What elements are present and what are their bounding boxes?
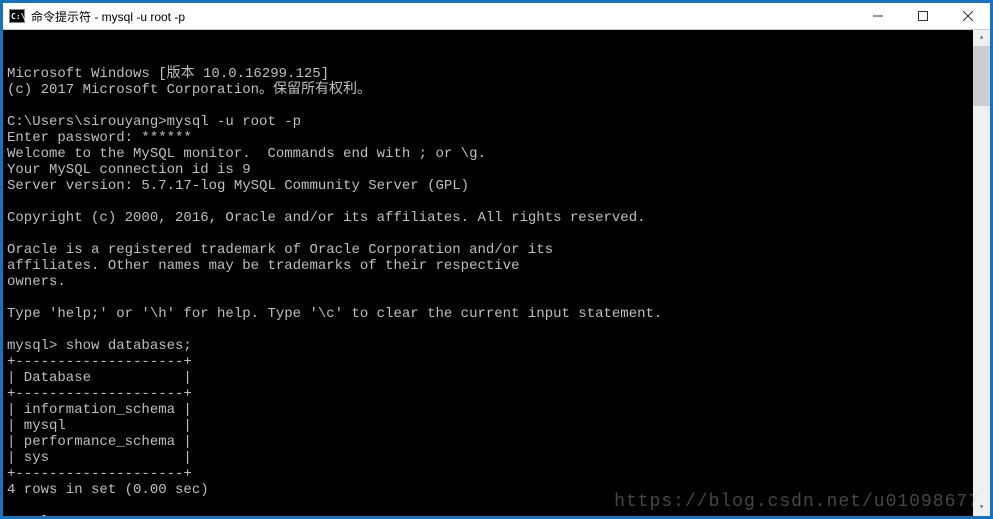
watermark-text: https://blog.csdn.net/u01098677: [614, 494, 980, 510]
terminal-line: Type 'help;' or '\h' for help. Type '\c'…: [7, 306, 990, 322]
window-title: 命令提示符 - mysql -u root -p: [31, 8, 855, 25]
terminal-line: Oracle is a registered trademark of Orac…: [7, 242, 990, 258]
terminal-line: [7, 194, 990, 210]
terminal-line: Microsoft Windows [版本 10.0.16299.125]: [7, 66, 990, 82]
terminal-line: +--------------------+: [7, 354, 990, 370]
terminal-line: (c) 2017 Microsoft Corporation。保留所有权利。: [7, 82, 990, 98]
titlebar[interactable]: C:\. 命令提示符 - mysql -u root -p: [3, 3, 990, 30]
scroll-up-arrow[interactable]: ▴: [973, 30, 990, 46]
terminal-line: | information_schema |: [7, 402, 990, 418]
terminal-line: +--------------------+: [7, 466, 990, 482]
terminal-line: [7, 322, 990, 338]
terminal-line: | Database |: [7, 370, 990, 386]
terminal-line: mysql>: [7, 514, 990, 516]
terminal-line: Copyright (c) 2000, 2016, Oracle and/or …: [7, 210, 990, 226]
scrollbar-thumb[interactable]: [973, 46, 990, 106]
terminal-line: +--------------------+: [7, 386, 990, 402]
window-frame: C:\. 命令提示符 - mysql -u root -p Microsoft …: [3, 3, 990, 516]
terminal-line: | sys |: [7, 450, 990, 466]
terminal-line: C:\Users\sirouyang>mysql -u root -p: [7, 114, 990, 130]
terminal-area[interactable]: Microsoft Windows [版本 10.0.16299.125](c)…: [3, 30, 990, 516]
terminal-line: mysql> show databases;: [7, 338, 990, 354]
minimize-button[interactable]: [855, 3, 900, 29]
vertical-scrollbar[interactable]: ▴ ▾: [973, 30, 990, 516]
maximize-button[interactable]: [900, 3, 945, 29]
terminal-line: [7, 98, 990, 114]
terminal-output: Microsoft Windows [版本 10.0.16299.125](c)…: [7, 66, 990, 516]
terminal-line: [7, 290, 990, 306]
terminal-line: Your MySQL connection id is 9: [7, 162, 990, 178]
cmd-icon: C:\.: [9, 9, 25, 23]
terminal-line: Server version: 5.7.17-log MySQL Communi…: [7, 178, 990, 194]
terminal-line: Welcome to the MySQL monitor. Commands e…: [7, 146, 990, 162]
terminal-line: | performance_schema |: [7, 434, 990, 450]
terminal-line: owners.: [7, 274, 990, 290]
terminal-line: [7, 226, 990, 242]
terminal-line: Enter password: ******: [7, 130, 990, 146]
terminal-line: | mysql |: [7, 418, 990, 434]
terminal-line: affiliates. Other names may be trademark…: [7, 258, 990, 274]
close-button[interactable]: [945, 3, 990, 29]
window-controls: [855, 3, 990, 29]
